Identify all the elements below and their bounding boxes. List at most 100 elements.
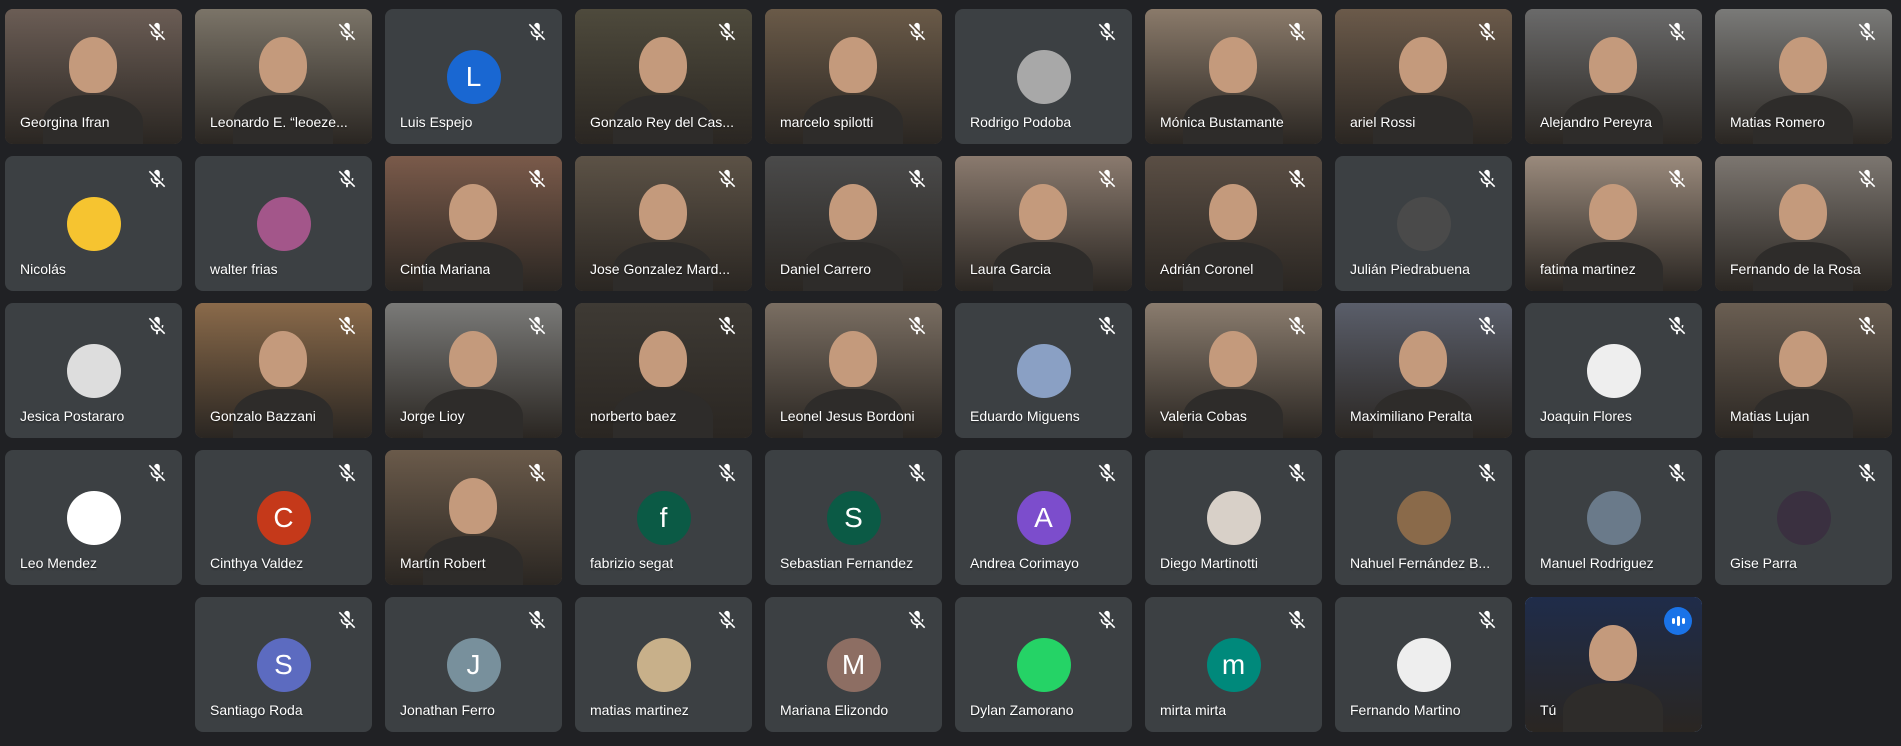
- participant-name: Fernando Martino: [1350, 702, 1461, 718]
- mic-off-icon: [336, 21, 358, 43]
- mic-off-icon: [906, 168, 928, 190]
- participant-tile[interactable]: Diego Martinotti: [1145, 450, 1322, 585]
- participant-tile[interactable]: Dylan Zamorano: [955, 597, 1132, 732]
- participant-name: mirta mirta: [1160, 702, 1227, 718]
- mic-off-icon: [526, 609, 548, 631]
- participant-tile[interactable]: Jorge Lioy: [385, 303, 562, 438]
- avatar-initial: f: [636, 490, 691, 545]
- avatar-initial: S: [256, 637, 311, 692]
- participant-tile[interactable]: S Sebastian Fernandez: [765, 450, 942, 585]
- participant-tile[interactable]: Leonel Jesus Bordoni: [765, 303, 942, 438]
- participant-tile[interactable]: J Jonathan Ferro: [385, 597, 562, 732]
- participant-tile[interactable]: Matias Lujan: [1715, 303, 1892, 438]
- mic-off-icon: [1666, 315, 1688, 337]
- participant-name: Mariana Elizondo: [780, 702, 889, 718]
- participant-name: ariel Rossi: [1350, 114, 1416, 130]
- participant-tile[interactable]: Fernando de la Rosa: [1715, 156, 1892, 291]
- participant-name: Gise Parra: [1730, 555, 1797, 571]
- participant-name: Diego Martinotti: [1160, 555, 1259, 571]
- mic-off-icon: [146, 462, 168, 484]
- participant-name: Rodrigo Podoba: [970, 114, 1072, 130]
- participant-tile[interactable]: Tú: [1525, 597, 1702, 732]
- participant-tile[interactable]: ariel Rossi: [1335, 9, 1512, 144]
- avatar-initial: C: [256, 490, 311, 545]
- profile-photo: [1396, 196, 1451, 251]
- participant-tile[interactable]: L Luis Espejo: [385, 9, 562, 144]
- participant-tile[interactable]: Gise Parra: [1715, 450, 1892, 585]
- participant-tile[interactable]: Mónica Bustamante: [1145, 9, 1322, 144]
- participant-tile[interactable]: matias martinez: [575, 597, 752, 732]
- participant-name: Tú: [1540, 702, 1557, 718]
- participant-name: Jorge Lioy: [400, 408, 465, 424]
- profile-photo: [1776, 490, 1831, 545]
- participant-name: Martín Robert: [400, 555, 486, 571]
- participant-tile[interactable]: Leonardo E. “leoeze...: [195, 9, 372, 144]
- participant-name: Jonathan Ferro: [400, 702, 495, 718]
- speaking-indicator-icon: [1664, 607, 1692, 635]
- participant-name: Laura Garcia: [970, 261, 1051, 277]
- participant-tile[interactable]: Georgina Ifran: [5, 9, 182, 144]
- participant-tile[interactable]: M Mariana Elizondo: [765, 597, 942, 732]
- mic-off-icon: [1096, 21, 1118, 43]
- mic-off-icon: [336, 609, 358, 631]
- mic-off-icon: [1856, 315, 1878, 337]
- participant-tile[interactable]: Daniel Carrero: [765, 156, 942, 291]
- participant-tile[interactable]: Nicolás: [5, 156, 182, 291]
- participant-name: Leonel Jesus Bordoni: [780, 408, 915, 424]
- mic-off-icon: [336, 315, 358, 337]
- participant-tile[interactable]: walter frias: [195, 156, 372, 291]
- participant-name: Nicolás: [20, 261, 66, 277]
- participant-name: walter frias: [210, 261, 278, 277]
- participant-name: Valeria Cobas: [1160, 408, 1247, 424]
- participant-tile[interactable]: Maximiliano Peralta: [1335, 303, 1512, 438]
- participant-name: Dylan Zamorano: [970, 702, 1074, 718]
- participant-name: norberto baez: [590, 408, 677, 424]
- participant-tile[interactable]: A Andrea Corimayo: [955, 450, 1132, 585]
- participant-tile[interactable]: Fernando Martino: [1335, 597, 1512, 732]
- mic-off-icon: [1666, 462, 1688, 484]
- participant-tile[interactable]: marcelo spilotti: [765, 9, 942, 144]
- mic-off-icon: [1856, 21, 1878, 43]
- participant-tile[interactable]: Jesica Postararo: [5, 303, 182, 438]
- participant-tile[interactable]: Nahuel Fernández B...: [1335, 450, 1512, 585]
- participant-tile[interactable]: Adrián Coronel: [1145, 156, 1322, 291]
- avatar-initial: A: [1016, 490, 1071, 545]
- participant-tile[interactable]: Leo Mendez: [5, 450, 182, 585]
- participant-name: Fernando de la Rosa: [1730, 261, 1861, 277]
- participant-tile[interactable]: Rodrigo Podoba: [955, 9, 1132, 144]
- profile-photo: [66, 343, 121, 398]
- participant-tile[interactable]: Alejandro Pereyra: [1525, 9, 1702, 144]
- participant-name: Georgina Ifran: [20, 114, 110, 130]
- participant-tile[interactable]: Matias Romero: [1715, 9, 1892, 144]
- participant-tile[interactable]: Julián Piedrabuena: [1335, 156, 1512, 291]
- participant-tile[interactable]: Martín Robert: [385, 450, 562, 585]
- participant-name: matias martinez: [590, 702, 689, 718]
- participant-tile[interactable]: Laura Garcia: [955, 156, 1132, 291]
- participant-tile[interactable]: Manuel Rodriguez: [1525, 450, 1702, 585]
- participant-tile[interactable]: m mirta mirta: [1145, 597, 1322, 732]
- participant-tile[interactable]: fatima martinez: [1525, 156, 1702, 291]
- participant-tile[interactable]: Gonzalo Bazzani: [195, 303, 372, 438]
- participant-tile[interactable]: C Cinthya Valdez: [195, 450, 372, 585]
- participant-tile[interactable]: norberto baez: [575, 303, 752, 438]
- participant-tile[interactable]: f fabrizio segat: [575, 450, 752, 585]
- profile-photo: [636, 637, 691, 692]
- participant-tile[interactable]: Eduardo Miguens: [955, 303, 1132, 438]
- mic-off-icon: [1476, 168, 1498, 190]
- participant-name: Leonardo E. “leoeze...: [210, 114, 348, 130]
- participant-tile[interactable]: Cintia Mariana: [385, 156, 562, 291]
- profile-photo: [66, 196, 121, 251]
- participant-tile[interactable]: Valeria Cobas: [1145, 303, 1322, 438]
- participant-name: Nahuel Fernández B...: [1350, 555, 1491, 571]
- participant-tile[interactable]: S Santiago Roda: [195, 597, 372, 732]
- avatar-initial: J: [446, 637, 501, 692]
- participant-tile[interactable]: Joaquin Flores: [1525, 303, 1702, 438]
- mic-off-icon: [906, 21, 928, 43]
- participant-tile[interactable]: Gonzalo Rey del Cas...: [575, 9, 752, 144]
- participant-tile[interactable]: Jose Gonzalez Mard...: [575, 156, 752, 291]
- mic-off-icon: [1476, 315, 1498, 337]
- mic-off-icon: [1476, 609, 1498, 631]
- mic-off-icon: [716, 168, 738, 190]
- mic-off-icon: [1856, 462, 1878, 484]
- avatar-initial: M: [826, 637, 881, 692]
